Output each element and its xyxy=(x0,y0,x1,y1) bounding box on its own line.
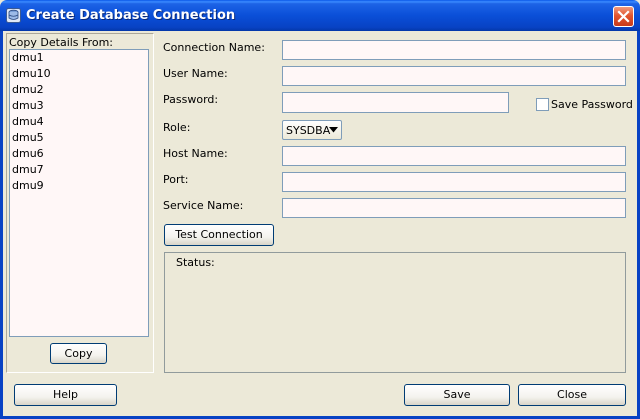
password-label: Password: xyxy=(163,93,219,106)
host-name-input[interactable] xyxy=(282,146,626,166)
status-area: Status: xyxy=(164,252,626,373)
list-item[interactable]: dmu7 xyxy=(12,162,44,178)
test-connection-button[interactable]: Test Connection xyxy=(164,224,274,246)
port-input[interactable] xyxy=(282,172,626,192)
database-connection-icon xyxy=(6,8,21,23)
copy-button[interactable]: Copy xyxy=(50,343,107,364)
user-name-input[interactable] xyxy=(282,66,626,86)
save-password-label[interactable]: Save Password xyxy=(551,98,633,111)
list-item[interactable]: dmu10 xyxy=(12,66,51,82)
window-frame-left xyxy=(0,31,3,419)
save-button[interactable]: Save xyxy=(404,384,510,406)
role-select[interactable]: SYSDBA xyxy=(282,120,342,140)
role-label: Role: xyxy=(163,121,191,134)
connection-list[interactable]: dmu1 dmu10 dmu2 dmu3 dmu4 dmu5 dmu6 dmu7… xyxy=(9,49,149,337)
chevron-down-icon xyxy=(329,127,338,133)
list-item[interactable]: dmu6 xyxy=(12,146,44,162)
connection-name-label: Connection Name: xyxy=(163,41,265,54)
host-name-label: Host Name: xyxy=(163,147,228,160)
port-label: Port: xyxy=(163,173,189,186)
connection-name-input[interactable] xyxy=(282,40,626,60)
service-name-label: Service Name: xyxy=(163,199,244,212)
save-password-checkbox[interactable] xyxy=(536,98,549,111)
close-button[interactable]: Close xyxy=(518,384,626,406)
user-name-label: User Name: xyxy=(163,67,228,80)
copy-details-label: Copy Details From: xyxy=(9,36,113,49)
password-input[interactable] xyxy=(282,92,509,113)
list-item[interactable]: dmu3 xyxy=(12,98,44,114)
service-name-input[interactable] xyxy=(282,198,626,218)
window-close-button[interactable] xyxy=(613,6,634,27)
list-item[interactable]: dmu4 xyxy=(12,114,44,130)
help-button[interactable]: Help xyxy=(14,384,117,406)
list-item[interactable]: dmu9 xyxy=(12,178,44,194)
window-title: Create Database Connection xyxy=(26,8,236,23)
list-item[interactable]: dmu5 xyxy=(12,130,44,146)
close-icon xyxy=(617,10,630,23)
list-item[interactable]: dmu2 xyxy=(12,82,44,98)
role-selected-value: SYSDBA xyxy=(286,124,331,137)
list-item[interactable]: dmu1 xyxy=(12,50,44,66)
status-label: Status: xyxy=(176,256,215,269)
